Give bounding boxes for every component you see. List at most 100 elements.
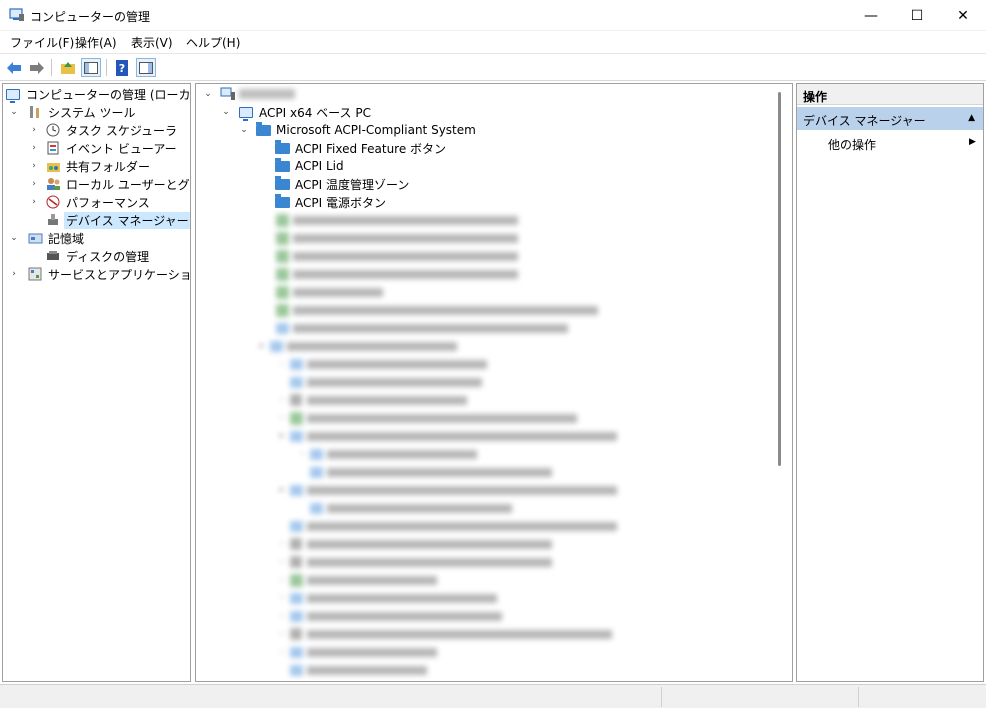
tree-item-device-manager[interactable]: デバイス マネージャー — [45, 211, 190, 229]
device-node[interactable]: ACPI 電源ボタン — [274, 193, 388, 211]
redacted-row: › — [276, 409, 577, 427]
redacted-row — [276, 373, 482, 391]
menu-help[interactable]: ヘルプ(H) — [186, 34, 240, 51]
device-label: ACPI 電源ボタン — [295, 195, 386, 210]
tree-item-storage[interactable]: ⌄ 記憶域 — [8, 229, 86, 247]
tree-item-label: コンピューターの管理 (ローカル) — [26, 87, 191, 102]
tree-item-services-applications[interactable]: › サービスとアプリケーション — [8, 265, 191, 283]
action-pane-icon — [139, 61, 153, 74]
device-folder-icon — [274, 157, 290, 174]
maximize-icon: ☐ — [910, 7, 924, 24]
toolbar: ? — [0, 53, 986, 81]
actions-title: 操作 — [797, 84, 983, 105]
redacted-row — [296, 463, 552, 481]
tree-item-disk-management[interactable]: ディスクの管理 — [45, 247, 151, 265]
actions-pane: 操作 デバイス マネージャー ▲ 他の操作 ▶ — [796, 83, 984, 682]
device-node[interactable]: ACPI Lid — [274, 157, 346, 175]
menu-view[interactable]: 表示(V) — [131, 34, 173, 51]
tree-item-label: ディスクの管理 — [66, 249, 150, 264]
tree-item-event-viewer[interactable]: › イベント ビューアー — [28, 139, 179, 157]
redacted-row: › — [296, 445, 477, 463]
toolbar-separator — [51, 59, 52, 76]
device-label: Microsoft ACPI-Compliant System — [276, 123, 476, 137]
submenu-arrow-icon[interactable]: ▶ — [969, 137, 976, 147]
computer-management-icon — [5, 86, 21, 103]
storage-icon — [27, 230, 43, 246]
collapse-up-icon[interactable]: ▲ — [968, 113, 975, 123]
monitor-icon — [238, 104, 254, 121]
tree-item-task-scheduler[interactable]: › タスク スケジューラ — [28, 121, 179, 139]
tree-item-local-users-groups[interactable]: › ローカル ユーザーとグループ — [28, 175, 190, 193]
tree-item-shared-folders[interactable]: › 共有フォルダー — [28, 157, 152, 175]
show-hide-tree-button[interactable] — [81, 58, 101, 77]
device-folder-icon — [274, 139, 290, 156]
tree-item-label: システム ツール — [48, 105, 136, 120]
redacted-row — [274, 301, 598, 319]
menu-file[interactable]: ファイル(F) — [10, 34, 74, 51]
status-separator — [661, 687, 662, 707]
device-node[interactable]: ACPI 温度管理ゾーン — [274, 175, 411, 193]
close-button[interactable]: ✕ — [940, 0, 986, 31]
performance-icon — [45, 194, 61, 210]
redacted-row: › — [276, 535, 552, 553]
redacted-row: › — [276, 571, 437, 589]
computer-management-icon — [9, 8, 24, 21]
tree-item-label: デバイス マネージャー — [64, 211, 190, 229]
chevron-right-icon[interactable]: › — [28, 124, 40, 136]
maximize-button[interactable]: ☐ — [894, 0, 940, 31]
tree-item-system-tools[interactable]: ⌄ システム ツール — [8, 103, 137, 121]
chevron-right-icon[interactable]: › — [28, 178, 40, 190]
close-icon: ✕ — [957, 7, 969, 24]
tree-item-label: サービスとアプリケーション — [48, 267, 191, 282]
redacted-row: › — [276, 391, 467, 409]
device-label: ACPI x64 ベース PC — [259, 105, 371, 120]
help-button[interactable]: ? — [112, 58, 132, 77]
tree-item-performance[interactable]: › パフォーマンス — [28, 193, 152, 211]
device-label: ACPI Fixed Feature ボタン — [295, 141, 447, 156]
device-node[interactable]: ACPI Fixed Feature ボタン — [274, 139, 448, 157]
console-tree-pane: コンピューターの管理 (ローカル) ⌄ システム ツール › タスク スケジュー… — [2, 83, 191, 682]
vertical-scrollbar[interactable] — [778, 92, 781, 466]
chevron-right-icon[interactable]: › — [28, 142, 40, 154]
chevron-down-icon[interactable]: ⌄ — [202, 88, 214, 100]
redacted-row: ▸ — [276, 481, 617, 499]
redacted-row — [276, 517, 617, 535]
redacted-row — [274, 211, 518, 229]
device-node-acpi-system[interactable]: ⌄ Microsoft ACPI-Compliant System — [238, 121, 478, 139]
device-folder-icon — [274, 175, 290, 192]
chevron-down-icon[interactable]: ⌄ — [220, 106, 232, 118]
more-actions-link[interactable]: 他の操作 — [828, 136, 876, 153]
forward-button[interactable] — [27, 58, 47, 77]
redacted-row — [274, 265, 518, 283]
device-node-acpi-pc[interactable]: ⌄ ACPI x64 ベース PC — [220, 103, 373, 121]
chevron-right-icon[interactable]: › — [8, 268, 20, 280]
tree-item-label: タスク スケジューラ — [66, 123, 177, 138]
event-viewer-icon — [45, 140, 61, 156]
chevron-down-icon[interactable]: ⌄ — [238, 124, 250, 136]
chevron-right-icon[interactable]: › — [28, 160, 40, 172]
chevron-down-icon[interactable]: ⌄ — [8, 106, 20, 118]
services-icon — [27, 266, 43, 282]
device-tree-root[interactable]: ⌄ — [202, 85, 295, 103]
tree-item-label: 共有フォルダー — [66, 159, 151, 174]
redacted-row: › — [276, 643, 437, 661]
device-tree-pane: ⌄ ⌄ ACPI x64 ベース PC ⌄ Microsoft ACPI-Com… — [195, 83, 793, 682]
chevron-down-icon[interactable]: ⌄ — [8, 232, 20, 244]
back-button[interactable] — [4, 58, 24, 77]
redacted-row: › — [276, 553, 552, 571]
up-folder-button[interactable] — [58, 58, 78, 77]
actions-section-device-manager[interactable]: デバイス マネージャー ▲ — [797, 107, 983, 130]
show-hide-action-pane-button[interactable] — [136, 58, 156, 77]
users-icon — [45, 176, 61, 192]
disk-icon — [45, 248, 61, 264]
folder-up-icon — [61, 61, 75, 74]
forward-arrow-icon — [30, 61, 44, 74]
tree-item-computer-management[interactable]: コンピューターの管理 (ローカル) — [5, 85, 191, 103]
actions-section-label: デバイス マネージャー — [803, 114, 926, 128]
minimize-button[interactable]: — — [848, 0, 894, 31]
redacted-row — [274, 283, 383, 301]
menu-action[interactable]: 操作(A) — [75, 34, 117, 51]
minimize-icon: — — [864, 7, 878, 24]
redacted-row — [274, 247, 518, 265]
chevron-right-icon[interactable]: › — [28, 196, 40, 208]
